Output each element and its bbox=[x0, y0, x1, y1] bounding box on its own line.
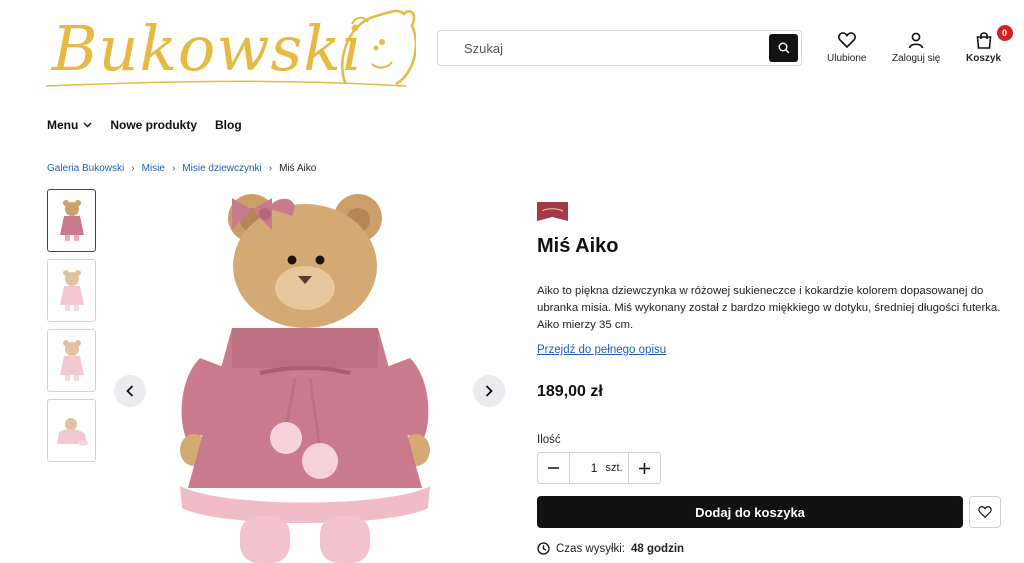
breadcrumb-current: Miś Aiko bbox=[279, 163, 317, 174]
product-main-image bbox=[160, 188, 450, 563]
quantity-stepper: szt. bbox=[537, 452, 661, 484]
teddy-bear-image bbox=[180, 194, 430, 563]
search-icon bbox=[778, 42, 789, 54]
favorites-button[interactable]: Ulubione bbox=[827, 31, 866, 64]
product-description: Aiko to piękna dziewczynka w różowej suk… bbox=[537, 285, 1001, 331]
nav-new-products[interactable]: Nowe produkty bbox=[110, 118, 197, 132]
minus-icon bbox=[548, 467, 559, 469]
brand-logo[interactable]: Bukowski bbox=[45, 4, 418, 94]
main-nav: Menu Nowe produkty Blog bbox=[47, 118, 242, 132]
chevron-left-icon bbox=[126, 385, 134, 397]
quantity-decrease-button[interactable] bbox=[538, 453, 569, 483]
brand-badge-logo bbox=[537, 202, 568, 221]
bear-thumbnail-image bbox=[59, 269, 84, 311]
breadcrumb-link-misie[interactable]: Misie bbox=[142, 163, 165, 174]
prev-image-button[interactable] bbox=[114, 375, 146, 407]
quantity-increase-button[interactable] bbox=[629, 453, 660, 483]
next-image-button[interactable] bbox=[473, 375, 505, 407]
quantity-input[interactable] bbox=[575, 461, 598, 475]
add-to-favorites-button[interactable] bbox=[969, 496, 1001, 528]
quantity-label: Ilość bbox=[537, 434, 561, 446]
thumbnail-3[interactable] bbox=[47, 329, 96, 392]
heart-icon bbox=[978, 506, 992, 518]
full-description-link[interactable]: Przejdź do pełnego opisu bbox=[537, 344, 666, 356]
favorites-label: Ulubione bbox=[827, 53, 867, 64]
nav-menu-label: Menu bbox=[47, 118, 79, 132]
cart-button[interactable]: 0 Koszyk bbox=[966, 25, 1013, 64]
thumbnail-4[interactable] bbox=[47, 399, 96, 462]
shipping-label: Czas wysyłki: bbox=[556, 542, 626, 555]
bear-thumbnail-image bbox=[56, 417, 88, 446]
chevron-right-icon: › bbox=[268, 163, 273, 174]
breadcrumb: Galeria Bukowski › Misie › Misie dziewcz… bbox=[47, 163, 316, 174]
product-price: 189,00 zł bbox=[537, 383, 603, 400]
login-label: Zaloguj się bbox=[892, 53, 941, 64]
bear-thumbnail-image bbox=[59, 339, 84, 381]
plus-icon bbox=[639, 462, 650, 474]
cart-label: Koszyk bbox=[966, 53, 1002, 64]
search-button[interactable] bbox=[769, 34, 798, 62]
chevron-down-icon bbox=[83, 122, 92, 128]
nav-blog[interactable]: Blog bbox=[215, 118, 242, 132]
search-input[interactable] bbox=[438, 31, 763, 65]
quantity-unit: szt. bbox=[605, 462, 623, 474]
shipping-time: Czas wysyłki: 48 godzin bbox=[537, 542, 684, 555]
product-title: Miś Aiko bbox=[537, 235, 619, 257]
clock-icon bbox=[537, 542, 550, 555]
search-bar bbox=[437, 30, 802, 66]
login-button[interactable]: Zaloguj się bbox=[892, 31, 940, 64]
user-icon bbox=[908, 32, 924, 48]
heart-icon bbox=[837, 32, 856, 48]
thumbnail-1[interactable] bbox=[47, 189, 96, 252]
breadcrumb-link-home[interactable]: Galeria Bukowski bbox=[47, 163, 124, 174]
chevron-right-icon bbox=[485, 385, 493, 397]
cart-count-badge: 0 bbox=[996, 25, 1013, 41]
shipping-value: 48 godzin bbox=[631, 542, 685, 555]
logo-text: Bukowski bbox=[52, 12, 363, 85]
chevron-right-icon: › bbox=[131, 163, 135, 174]
cart-bag-icon bbox=[976, 32, 991, 49]
breadcrumb-link-misie-dziewczynki[interactable]: Misie dziewczynki bbox=[182, 163, 261, 174]
nav-menu[interactable]: Menu bbox=[47, 118, 92, 132]
add-to-cart-button[interactable]: Dodaj do koszyka bbox=[537, 496, 963, 528]
thumbnail-2[interactable] bbox=[47, 259, 96, 322]
bear-thumbnail-image bbox=[59, 199, 84, 241]
chevron-right-icon: › bbox=[171, 163, 176, 174]
brand-badge-icon bbox=[537, 202, 568, 221]
